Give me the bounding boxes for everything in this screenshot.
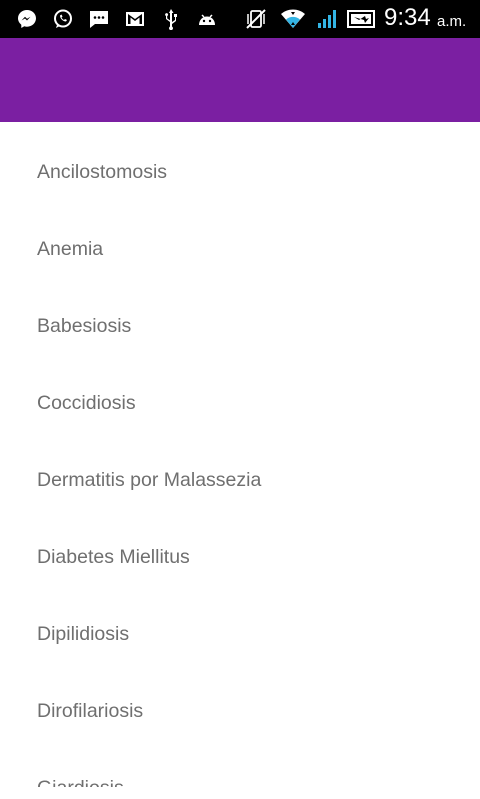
messenger-icon (16, 8, 38, 30)
gmail-icon (124, 8, 146, 30)
disease-list[interactable]: Ancilostomosis Anemia Babesiosis Coccidi… (0, 122, 480, 787)
list-item[interactable]: Babesiosis (0, 276, 480, 353)
list-item-label: Giardiosis (37, 777, 124, 787)
list-item-label: Dirofilariosis (37, 700, 144, 722)
android-debug-icon (196, 8, 218, 30)
list-item-label: Anemia (37, 238, 104, 260)
usb-icon (160, 8, 182, 30)
list-item-label: Babesiosis (37, 315, 132, 337)
clock-ampm: a.m. (437, 13, 467, 30)
battery-charging-icon (347, 8, 377, 30)
sms-icon (88, 8, 110, 30)
app-bar (0, 38, 480, 122)
list-item-label: Coccidiosis (37, 392, 136, 414)
list-item-label: Dipilidiosis (37, 623, 130, 645)
list-item[interactable]: Dermatitis por Malassezia (0, 430, 480, 507)
list-item[interactable]: Ancilostomosis (0, 122, 480, 199)
list-item-label: Diabetes Miellitus (37, 546, 190, 568)
signal-icon (316, 8, 338, 30)
clock-time: 9:34 (384, 4, 431, 31)
wifi-icon (280, 8, 306, 30)
list-item[interactable]: Anemia (0, 199, 480, 276)
whatsapp-icon (52, 8, 74, 30)
vibrate-off-icon (245, 8, 267, 30)
list-item[interactable]: Coccidiosis (0, 353, 480, 430)
list-item-label: Ancilostomosis (37, 161, 168, 183)
status-bar: 9:34 a.m. (0, 0, 480, 38)
list-item[interactable]: Dirofilariosis (0, 661, 480, 738)
list-item-label: Dermatitis por Malassezia (37, 469, 262, 491)
list-item[interactable]: Giardiosis (0, 738, 480, 787)
list-item[interactable]: Dipilidiosis (0, 584, 480, 661)
list-item[interactable]: Diabetes Miellitus (0, 507, 480, 584)
